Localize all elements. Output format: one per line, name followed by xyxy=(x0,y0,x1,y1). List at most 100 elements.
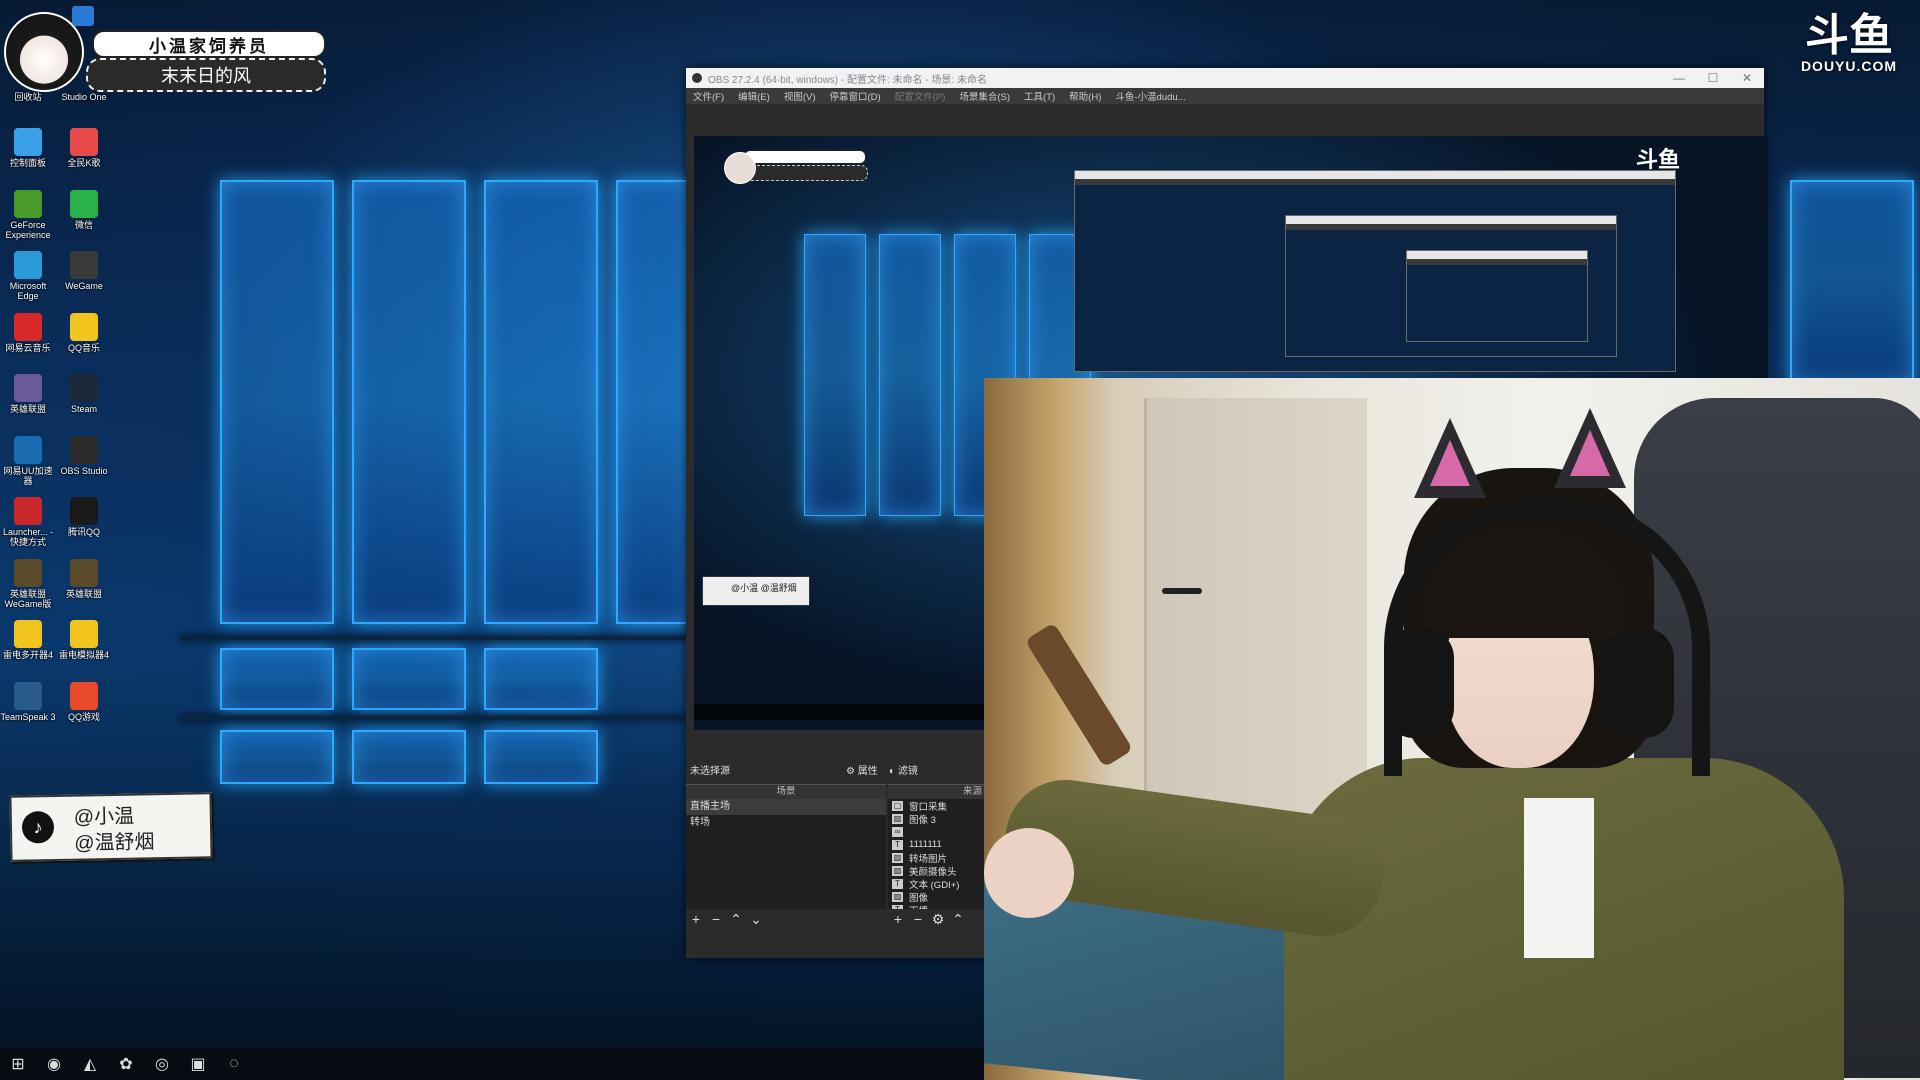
image-icon: ▨ xyxy=(892,865,903,876)
desktop-icon-label: Microsoft Edge xyxy=(9,281,47,301)
desktop-icon-label: OBS Studio xyxy=(60,465,108,476)
desktop-icon-label: Launcher... - 快捷方式 xyxy=(2,527,54,547)
desktop-icon[interactable]: Steam xyxy=(56,374,112,414)
obs-menu-item[interactable]: 配置文件(P) xyxy=(888,89,953,103)
start-icon[interactable]: ⊞ xyxy=(0,1048,36,1080)
minimize-icon[interactable]: — xyxy=(1662,68,1696,88)
desktop-icon[interactable]: GeForce Experience xyxy=(0,189,56,240)
scene-item[interactable]: 转场 xyxy=(686,815,886,831)
netease-music-icon xyxy=(14,312,42,341)
obs-menu-item[interactable]: 帮助(H) xyxy=(1062,89,1108,103)
source-item[interactable]: ▨ 图像 3 xyxy=(888,812,984,826)
obs-menu-item[interactable]: 场景集合(S) xyxy=(952,89,1017,103)
kge-taskbar-icon[interactable]: ✿ xyxy=(108,1048,144,1080)
obs-menu-item[interactable]: 视图(V) xyxy=(777,89,823,103)
source-item[interactable]: T 1111111 xyxy=(888,838,984,851)
obs-menu-item[interactable]: 文件(F) xyxy=(686,89,731,103)
geforce-icon xyxy=(14,189,42,218)
source-settings-icon[interactable]: ⚙ xyxy=(928,911,948,928)
wallpaper-pane xyxy=(616,180,690,624)
desktop-icon[interactable]: 英雄联盟 xyxy=(56,558,112,599)
desktop-icon[interactable]: 全民K歌 xyxy=(56,128,112,168)
scenes-header: 场景 xyxy=(686,785,886,799)
wallpaper-pane xyxy=(220,180,334,624)
ldplayer-icon xyxy=(70,620,98,648)
wallpaper-pane xyxy=(352,648,466,710)
teamspeak-icon xyxy=(14,681,42,710)
scene-item[interactable]: 直播主场 xyxy=(686,799,886,815)
preview-pane xyxy=(804,234,866,516)
launcher-icon xyxy=(14,497,42,525)
source-item[interactable]: T 文本 (GDI+) xyxy=(888,877,984,891)
taskbar: ⊞ ◉ ◭ ✿ ◎ ▣ ◌ xyxy=(0,1048,984,1080)
obs-app-icon xyxy=(692,73,702,83)
source-item[interactable]: ▨ 转场图片 xyxy=(888,851,984,865)
teamspeak-taskbar-icon[interactable]: ◭ xyxy=(72,1048,108,1080)
text-icon: T xyxy=(892,839,903,850)
desktop-icon-label: QQ音乐 xyxy=(67,342,100,353)
desktop-icon[interactable]: 英雄联盟WeGame版 xyxy=(0,558,56,609)
move-up-icon[interactable]: ⌃ xyxy=(726,911,746,928)
desktop-icon[interactable]: 控制面板 xyxy=(0,128,56,168)
desktop-icon[interactable]: Microsoft Edge xyxy=(0,251,56,301)
desktop-icon[interactable]: QQ游戏 xyxy=(56,681,112,722)
obs-taskbar-icon[interactable]: ◉ xyxy=(36,1048,72,1080)
add-source-icon[interactable]: + xyxy=(888,911,908,927)
desktop-icon[interactable]: 英雄联盟 xyxy=(0,374,56,414)
obs-menu-item[interactable]: 编辑(E) xyxy=(731,89,777,103)
filters-button[interactable]: ◐ 滤镜 xyxy=(889,762,918,777)
nested-obs-preview xyxy=(1406,250,1588,342)
move-up-icon[interactable]: ⌃ xyxy=(948,911,968,928)
desktop-icon[interactable]: TeamSpeak 3 xyxy=(0,681,56,722)
desktop-icon[interactable]: 腾讯QQ xyxy=(56,497,112,537)
properties-button[interactable]: ⚙ 属性 xyxy=(846,762,878,777)
source-item[interactable]: ▨ 图像 xyxy=(888,890,984,904)
add-scene-icon[interactable]: + xyxy=(686,911,706,927)
desktop-icon[interactable]: Launcher... - 快捷方式 xyxy=(0,497,56,547)
desktop-icon-label: 雷电多开器4 xyxy=(2,650,53,660)
obs-titlebar[interactable]: OBS 27.2.4 (64-bit, windows) - 配置文件: 未命名… xyxy=(686,68,1764,88)
desktop-icon-recycle-bin[interactable]: 回收站 xyxy=(0,92,56,102)
desktop-icon[interactable]: OBS Studio xyxy=(56,435,112,476)
ldplayer-taskbar-icon[interactable]: ▣ xyxy=(180,1048,216,1080)
move-down-icon[interactable]: ⌄ xyxy=(746,911,766,928)
wallpaper-pane xyxy=(220,730,334,784)
desktop-icon[interactable]: 网易UU加速器 xyxy=(0,435,56,486)
desktop-icon[interactable]: 微信 xyxy=(56,189,112,230)
lol-icon xyxy=(70,558,98,587)
netease-taskbar-icon[interactable]: ◎ xyxy=(144,1048,180,1080)
source-item[interactable]: ▢ 窗口采集 xyxy=(888,799,984,813)
wallpaper-pane xyxy=(352,180,466,624)
webcam-shirt xyxy=(1524,798,1594,958)
music-taskbar-icon[interactable]: ◌ xyxy=(216,1048,252,1080)
source-item[interactable]: ∞ xyxy=(888,825,984,838)
wegame-icon xyxy=(70,251,98,279)
desktop-icon[interactable]: 雷电多开器4 xyxy=(0,620,56,660)
text-icon: T xyxy=(892,878,903,889)
desktop-icon-label: 网易UU加速器 xyxy=(3,465,53,486)
source-label: 窗口采集 xyxy=(909,801,948,813)
preview-tiktok-text: @小温 @温舒烟 xyxy=(731,583,797,593)
desktop-icon-label: 腾讯QQ xyxy=(67,527,100,537)
close-icon[interactable]: ✕ xyxy=(1730,68,1764,88)
wallpaper-pane xyxy=(1790,180,1914,384)
properties-label: 属性 xyxy=(857,766,878,777)
source-item[interactable]: ▨ 美颜摄像头 xyxy=(888,864,984,878)
wallpaper-pane xyxy=(352,730,466,784)
maximize-icon[interactable]: ☐ xyxy=(1696,68,1730,88)
obs-menu-item[interactable]: 工具(T) xyxy=(1017,89,1062,103)
desktop-icon[interactable]: WeGame xyxy=(56,251,112,291)
remove-source-icon[interactable]: − xyxy=(908,911,928,927)
studio-one-icon[interactable] xyxy=(72,6,94,26)
remove-scene-icon[interactable]: − xyxy=(706,911,726,927)
obs-menu-item[interactable]: 斗鱼-小温dudu... xyxy=(1108,89,1192,103)
desktop-icon[interactable]: QQ音乐 xyxy=(56,312,112,353)
desktop-icon-label: 英雄联盟 xyxy=(65,588,102,599)
wallpaper-pane xyxy=(220,648,334,710)
image-icon: ▨ xyxy=(892,813,903,824)
source-label: 图像 3 xyxy=(909,814,936,826)
desktop-icon[interactable]: 雷电模拟器4 xyxy=(56,620,112,660)
obs-menu-item[interactable]: 停靠窗口(D) xyxy=(822,89,887,103)
desktop-icon[interactable]: 网易云音乐 xyxy=(0,312,56,353)
desktop-icon-studio-one[interactable]: Studio One xyxy=(56,92,112,102)
